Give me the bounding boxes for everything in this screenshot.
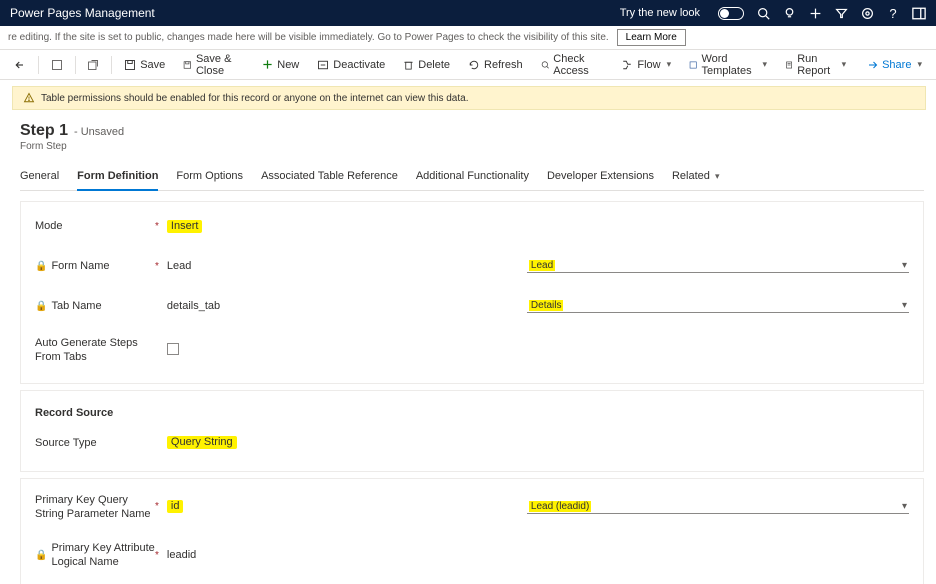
permissions-warning: Table permissions should be enabled for …	[12, 86, 926, 110]
required-indicator: *	[155, 261, 159, 272]
required-indicator: *	[155, 221, 159, 232]
autogen-checkbox[interactable]	[167, 343, 179, 355]
source-type-label: Source Type	[35, 437, 97, 449]
tab-related[interactable]: Related ▾	[672, 164, 720, 190]
page-title: Step 1	[20, 122, 68, 140]
pk-attr-label: Primary Key Attribute Logical Name	[51, 541, 155, 570]
entity-name: Form Step	[20, 141, 924, 152]
open-new-window-button[interactable]	[79, 51, 107, 79]
mode-value[interactable]: Insert	[167, 220, 203, 233]
run-report-button[interactable]: Run Report▾	[777, 51, 854, 79]
warning-icon	[23, 92, 35, 104]
delete-button[interactable]: Delete	[395, 51, 458, 79]
chevron-down-icon: ▾	[902, 260, 907, 271]
pk-attr-select[interactable]: Lead (leadid) ▾	[527, 500, 909, 514]
tab-form-options[interactable]: Form Options	[176, 164, 243, 190]
form-name-label: Form Name	[51, 260, 109, 272]
tab-name-select[interactable]: Details ▾	[527, 299, 909, 313]
publish-info-strip: re editing. If the site is set to public…	[0, 26, 936, 50]
autogen-label: Auto Generate Steps From Tabs	[35, 336, 155, 365]
pk-qs-value[interactable]: id	[167, 500, 184, 513]
pk-attr-value[interactable]: leadid	[167, 549, 196, 561]
mode-label: Mode	[35, 220, 63, 232]
panel-icon[interactable]	[912, 6, 926, 20]
gear-icon[interactable]	[860, 6, 874, 20]
lock-icon: 🔒	[35, 301, 47, 312]
lock-icon: 🔒	[35, 549, 47, 562]
app-title: Power Pages Management	[10, 6, 155, 20]
try-new-look-toggle[interactable]	[718, 7, 744, 20]
help-icon[interactable]: ?	[886, 6, 900, 20]
new-button[interactable]: New	[254, 51, 307, 79]
word-templates-button[interactable]: Word Templates▾	[681, 51, 775, 79]
lock-icon: 🔒	[35, 261, 47, 272]
check-access-button[interactable]: Check Access	[533, 51, 612, 79]
tab-developer-extensions[interactable]: Developer Extensions	[547, 164, 654, 190]
tab-additional-functionality[interactable]: Additional Functionality	[416, 164, 529, 190]
form-name-select[interactable]: Lead ▾	[527, 259, 909, 273]
app-header: Power Pages Management Try the new look …	[0, 0, 936, 26]
deactivate-button[interactable]: Deactivate	[309, 51, 393, 79]
filter-icon[interactable]	[834, 6, 848, 20]
primary-key-section: Primary Key Query String Parameter Name …	[20, 478, 924, 584]
learn-more-button[interactable]: Learn More	[617, 29, 686, 46]
chevron-down-icon: ▾	[715, 171, 720, 181]
pk-qs-label: Primary Key Query String Parameter Name	[35, 493, 155, 522]
refresh-button[interactable]: Refresh	[460, 51, 531, 79]
chevron-down-icon: ▾	[917, 59, 922, 70]
save-button[interactable]: Save	[116, 51, 173, 79]
tab-associated-table[interactable]: Associated Table Reference	[261, 164, 398, 190]
tab-form-definition[interactable]: Form Definition	[77, 164, 158, 191]
save-close-button[interactable]: Save & Close	[175, 51, 252, 79]
try-new-look-label: Try the new look	[620, 7, 700, 19]
unsaved-indicator: - Unsaved	[74, 126, 124, 138]
command-bar: Save Save & Close New Deactivate Delete …	[0, 50, 936, 80]
record-source-section: Record Source Source Type * Query String	[20, 390, 924, 472]
lightbulb-icon[interactable]	[782, 6, 796, 20]
panel-toggle-button[interactable]	[43, 51, 71, 79]
tab-name-label: Tab Name	[51, 300, 101, 312]
form-definition-section: Mode * Insert 🔒 Form Name * Lead Lead ▾ 🔒…	[20, 201, 924, 384]
required-indicator: *	[155, 550, 159, 561]
back-button[interactable]	[6, 51, 34, 79]
chevron-down-icon: ▾	[902, 300, 907, 311]
warning-text: Table permissions should be enabled for …	[41, 93, 468, 104]
publish-info-text: re editing. If the site is set to public…	[8, 32, 609, 43]
add-icon[interactable]	[808, 6, 822, 20]
flow-button[interactable]: Flow▾	[613, 51, 679, 79]
source-type-value[interactable]: Query String	[167, 436, 237, 449]
record-source-header: Record Source	[35, 407, 909, 419]
share-button[interactable]: Share▾	[858, 51, 930, 79]
required-indicator: *	[155, 501, 159, 512]
form-tabs: General Form Definition Form Options Ass…	[20, 164, 924, 191]
chevron-down-icon: ▾	[902, 501, 907, 512]
chevron-down-icon: ▾	[842, 59, 847, 70]
chevron-down-icon: ▾	[667, 59, 672, 70]
form-name-value[interactable]: Lead	[167, 260, 191, 272]
search-icon[interactable]	[756, 6, 770, 20]
tab-general[interactable]: General	[20, 164, 59, 190]
tab-name-value[interactable]: details_tab	[167, 300, 220, 312]
chevron-down-icon: ▾	[762, 59, 767, 70]
